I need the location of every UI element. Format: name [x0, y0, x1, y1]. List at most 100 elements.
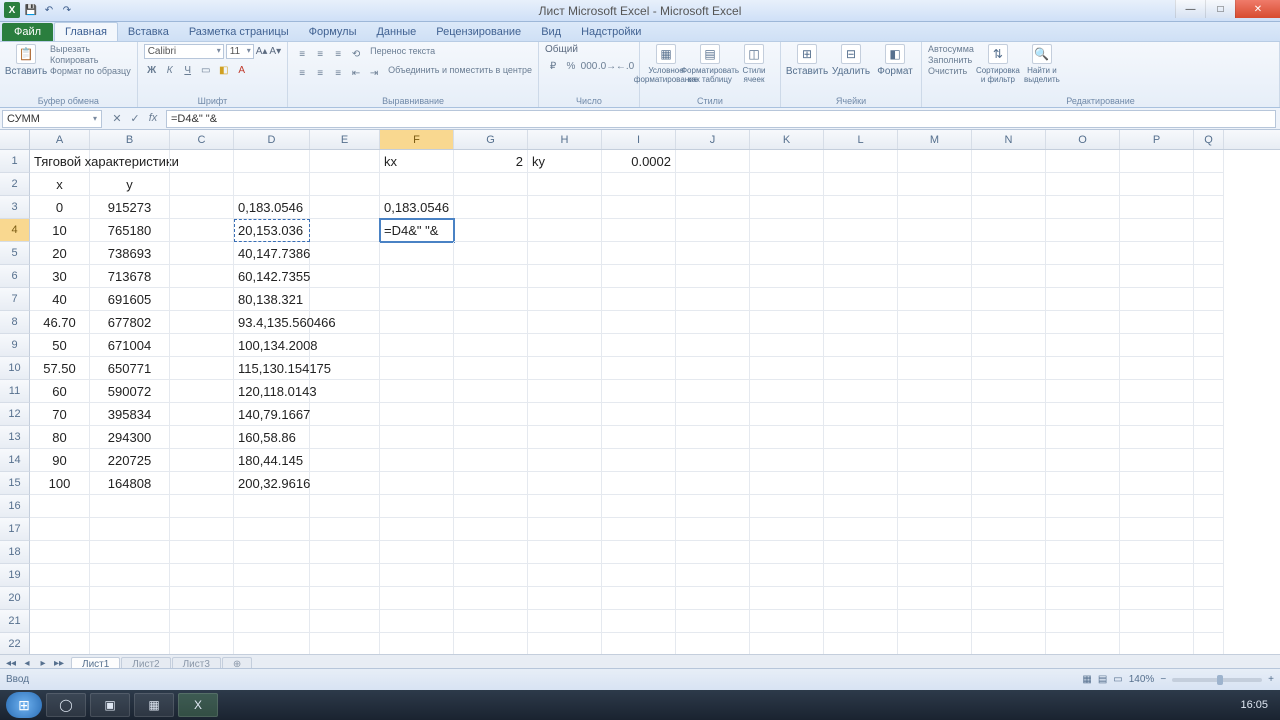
cell-M11[interactable] — [898, 380, 972, 403]
cell-L12[interactable] — [824, 403, 898, 426]
cell-L7[interactable] — [824, 288, 898, 311]
cell-G9[interactable] — [454, 334, 528, 357]
orientation-icon[interactable]: ⟲ — [348, 46, 364, 62]
cell-E16[interactable] — [310, 495, 380, 518]
decrease-font-icon[interactable]: A▾ — [269, 46, 281, 57]
cell-E5[interactable] — [310, 242, 380, 265]
cell-E11[interactable] — [310, 380, 380, 403]
cell-D3[interactable]: 0,183.0546 — [234, 196, 310, 219]
cell-G21[interactable] — [454, 610, 528, 633]
cell-G20[interactable] — [454, 587, 528, 610]
cell-C6[interactable] — [170, 265, 234, 288]
qat-undo-icon[interactable]: ↶ — [42, 3, 56, 17]
cell-N13[interactable] — [972, 426, 1046, 449]
cell-B5[interactable]: 738693 — [90, 242, 170, 265]
start-button[interactable]: ⊞ — [6, 692, 42, 718]
tab-page-layout[interactable]: Разметка страницы — [179, 23, 299, 41]
cell-D1[interactable] — [234, 150, 310, 173]
cell-Q7[interactable] — [1194, 288, 1224, 311]
cell-N17[interactable] — [972, 518, 1046, 541]
cell-I16[interactable] — [602, 495, 676, 518]
cell-H9[interactable] — [528, 334, 602, 357]
cell-K11[interactable] — [750, 380, 824, 403]
cell-J10[interactable] — [676, 357, 750, 380]
cell-P19[interactable] — [1120, 564, 1194, 587]
format-cell-button[interactable]: ◧Формат — [875, 44, 915, 77]
decrease-decimal-icon[interactable]: ←.0 — [617, 58, 633, 74]
cell-H12[interactable] — [528, 403, 602, 426]
cell-G6[interactable] — [454, 265, 528, 288]
cell-F10[interactable] — [380, 357, 454, 380]
cell-C12[interactable] — [170, 403, 234, 426]
cell-C3[interactable] — [170, 196, 234, 219]
cell-K7[interactable] — [750, 288, 824, 311]
cell-I1[interactable]: 0.0002 — [602, 150, 676, 173]
cell-Q16[interactable] — [1194, 495, 1224, 518]
cell-E15[interactable] — [310, 472, 380, 495]
cell-H17[interactable] — [528, 518, 602, 541]
col-header-D[interactable]: D — [234, 130, 310, 149]
col-header-C[interactable]: C — [170, 130, 234, 149]
cell-E2[interactable] — [310, 173, 380, 196]
tab-insert[interactable]: Вставка — [118, 23, 179, 41]
font-name-select[interactable]: Calibri — [144, 44, 224, 59]
insert-cell-button[interactable]: ⊞Вставить — [787, 44, 827, 77]
cell-F16[interactable] — [380, 495, 454, 518]
cell-J12[interactable] — [676, 403, 750, 426]
cell-G13[interactable] — [454, 426, 528, 449]
cell-N11[interactable] — [972, 380, 1046, 403]
cell-E20[interactable] — [310, 587, 380, 610]
cell-O20[interactable] — [1046, 587, 1120, 610]
cell-N21[interactable] — [972, 610, 1046, 633]
cell-C14[interactable] — [170, 449, 234, 472]
cell-E17[interactable] — [310, 518, 380, 541]
cell-B4[interactable]: 765180 — [90, 219, 170, 242]
cell-Q2[interactable] — [1194, 173, 1224, 196]
wrap-text-button[interactable]: Перенос текста — [370, 46, 435, 62]
cell-O1[interactable] — [1046, 150, 1120, 173]
cell-I7[interactable] — [602, 288, 676, 311]
cell-O13[interactable] — [1046, 426, 1120, 449]
cell-F12[interactable] — [380, 403, 454, 426]
cell-M20[interactable] — [898, 587, 972, 610]
cell-I14[interactable] — [602, 449, 676, 472]
cell-C1[interactable] — [170, 150, 234, 173]
cell-C5[interactable] — [170, 242, 234, 265]
cell-D17[interactable] — [234, 518, 310, 541]
cell-F9[interactable] — [380, 334, 454, 357]
cell-I18[interactable] — [602, 541, 676, 564]
align-right-icon[interactable]: ≡ — [330, 65, 346, 81]
cell-H6[interactable] — [528, 265, 602, 288]
cell-B22[interactable] — [90, 633, 170, 654]
cell-M9[interactable] — [898, 334, 972, 357]
cell-N22[interactable] — [972, 633, 1046, 654]
col-header-I[interactable]: I — [602, 130, 676, 149]
cell-J3[interactable] — [676, 196, 750, 219]
name-box[interactable]: СУММ — [2, 110, 102, 128]
col-header-K[interactable]: K — [750, 130, 824, 149]
format-table-button[interactable]: ▤Форматировать как таблицу — [690, 44, 730, 84]
cut-button[interactable]: Вырезать — [50, 44, 131, 54]
cell-E22[interactable] — [310, 633, 380, 654]
cell-H14[interactable] — [528, 449, 602, 472]
cell-D22[interactable] — [234, 633, 310, 654]
cell-J15[interactable] — [676, 472, 750, 495]
tab-formulas[interactable]: Формулы — [299, 23, 367, 41]
cell-D6[interactable]: 60,142.7355 — [234, 265, 310, 288]
cell-O11[interactable] — [1046, 380, 1120, 403]
cell-A8[interactable]: 46.70 — [30, 311, 90, 334]
cell-P6[interactable] — [1120, 265, 1194, 288]
row-header[interactable]: 11 — [0, 380, 30, 403]
cell-I4[interactable] — [602, 219, 676, 242]
bold-button[interactable]: Ж — [144, 62, 160, 78]
cell-M19[interactable] — [898, 564, 972, 587]
cell-N5[interactable] — [972, 242, 1046, 265]
cell-I5[interactable] — [602, 242, 676, 265]
cell-H2[interactable] — [528, 173, 602, 196]
cell-C2[interactable] — [170, 173, 234, 196]
cell-L5[interactable] — [824, 242, 898, 265]
cell-A15[interactable]: 100 — [30, 472, 90, 495]
cell-B14[interactable]: 220725 — [90, 449, 170, 472]
minimize-button[interactable]: — — [1175, 0, 1205, 18]
cell-A13[interactable]: 80 — [30, 426, 90, 449]
